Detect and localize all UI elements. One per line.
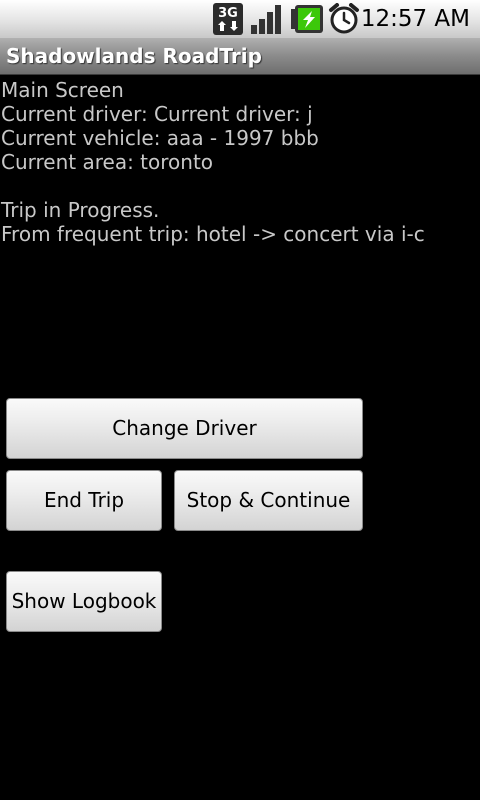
svg-text:3G: 3G bbox=[218, 6, 238, 21]
show-logbook-button[interactable]: Show Logbook bbox=[6, 571, 162, 632]
status-clock: 12:57 AM bbox=[360, 6, 470, 32]
signal-strength-icon bbox=[250, 3, 284, 35]
status-bar: 3G 12:57 AM bbox=[0, 0, 480, 38]
current-driver-text: Current driver: Current driver: j bbox=[1, 102, 313, 126]
3g-data-icon: 3G bbox=[213, 3, 243, 35]
app-title: Shadowlands RoadTrip bbox=[6, 44, 262, 68]
trip-detail-text: From frequent trip: hotel -> concert via… bbox=[1, 222, 425, 246]
current-vehicle-text: Current vehicle: aaa - 1997 bbb bbox=[1, 126, 319, 150]
alarm-clock-icon bbox=[328, 3, 360, 35]
end-trip-button[interactable]: End Trip bbox=[6, 470, 162, 531]
battery-charging-icon bbox=[290, 3, 324, 35]
trip-status-text: Trip in Progress. bbox=[1, 198, 160, 222]
stop-continue-button[interactable]: Stop & Continue bbox=[174, 470, 363, 531]
main-info: Main Screen Current driver: Current driv… bbox=[1, 78, 471, 246]
change-driver-button[interactable]: Change Driver bbox=[6, 398, 363, 459]
app-title-bar: Shadowlands RoadTrip bbox=[0, 38, 480, 75]
current-area-text: Current area: toronto bbox=[1, 150, 214, 174]
screen-label: Main Screen bbox=[1, 78, 124, 102]
